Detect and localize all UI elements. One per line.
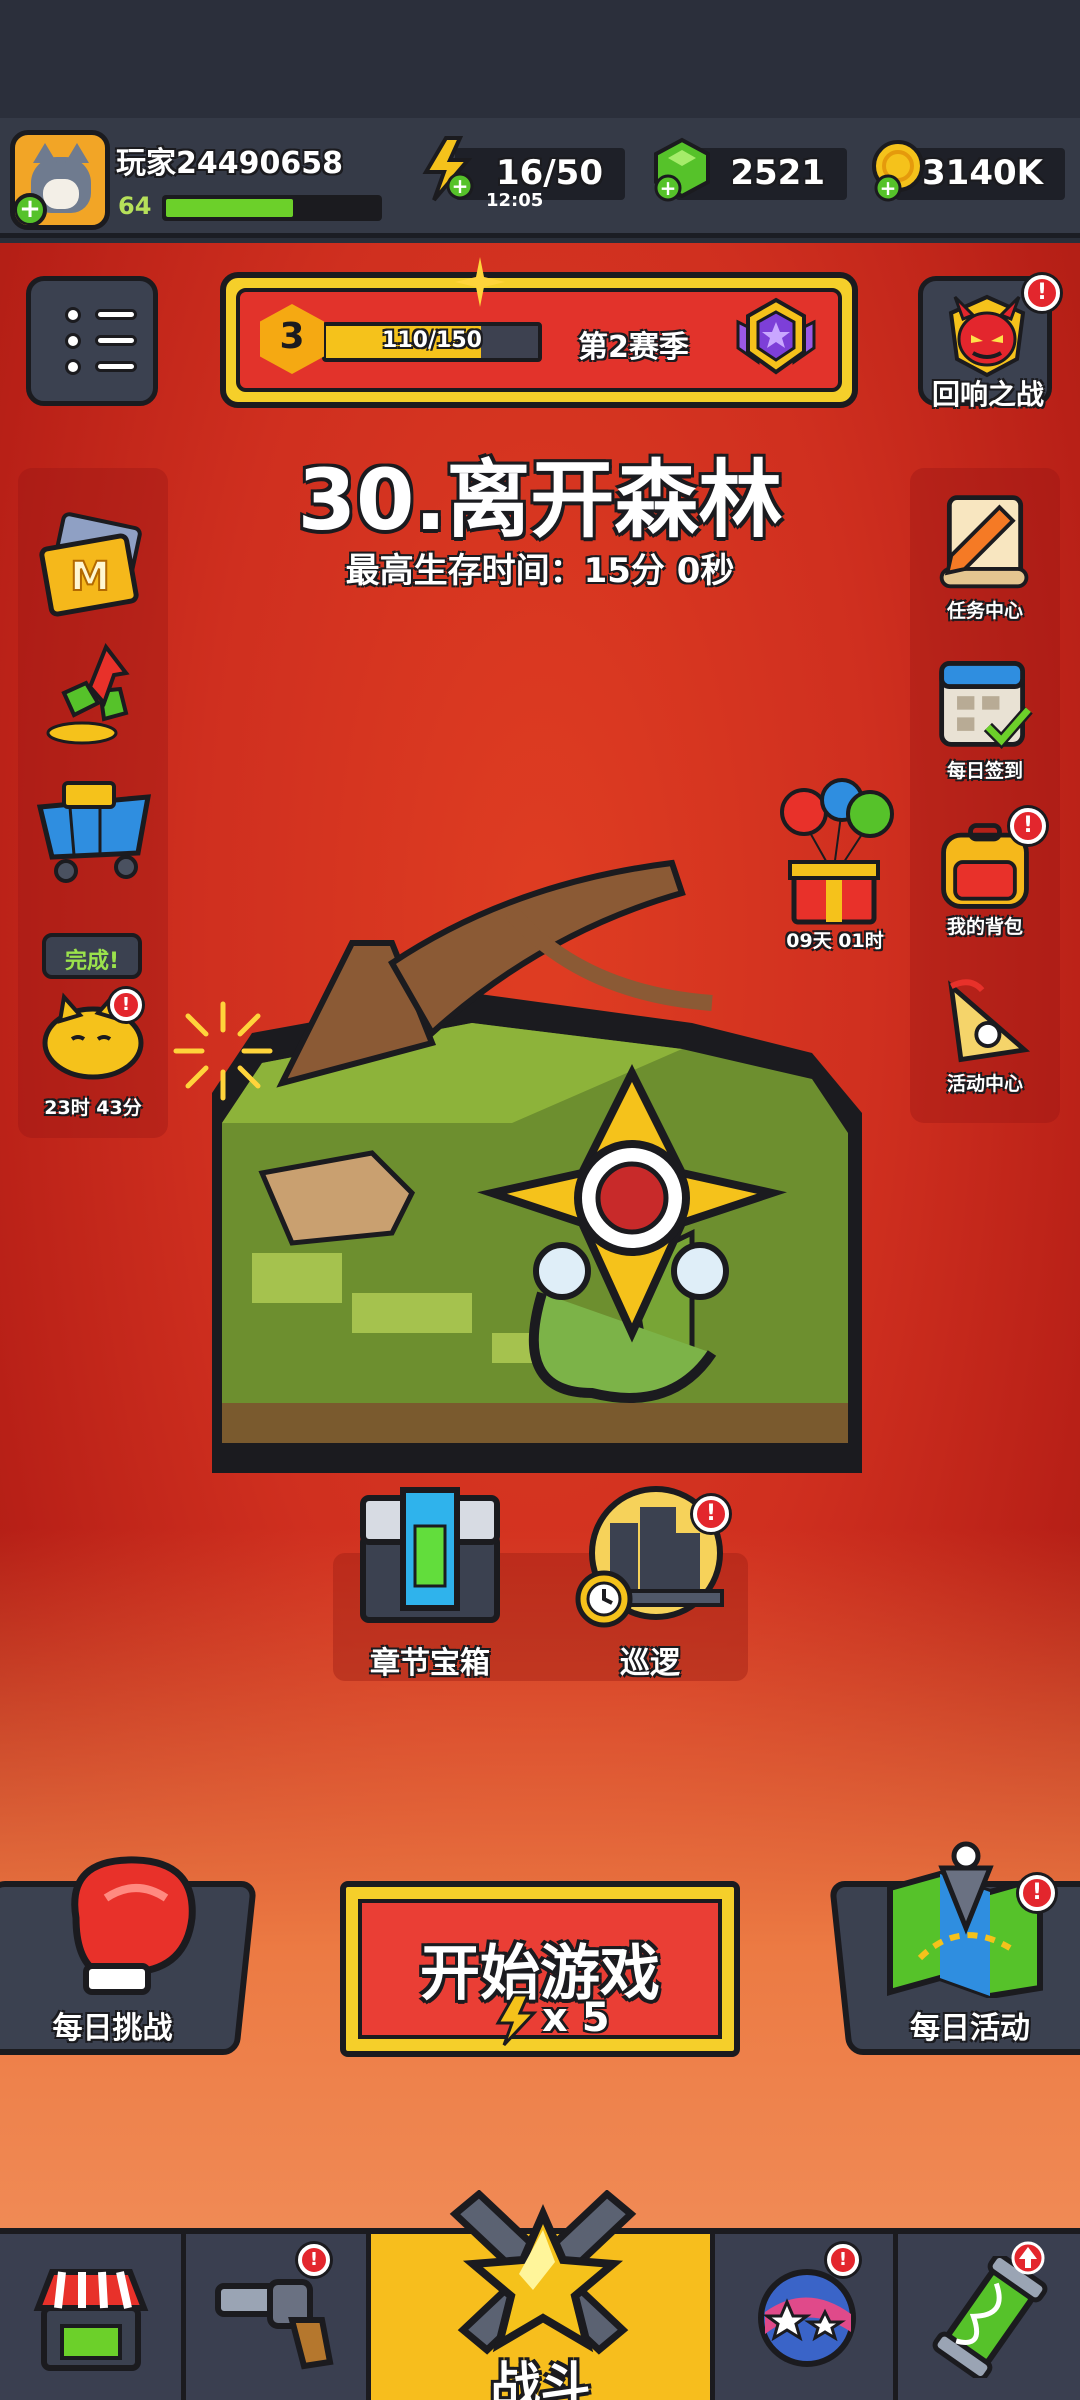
shop-storefront-icon xyxy=(33,2269,149,2371)
daily-challenge-label: 每日挑战 xyxy=(52,2011,173,2046)
svg-text:M: M xyxy=(70,554,110,600)
tab-equipment[interactable]: ! xyxy=(186,2234,371,2400)
daily-checkin-button[interactable]: 每日签到 xyxy=(910,648,1060,808)
energy-lightning-icon[interactable]: + xyxy=(416,136,484,204)
energy-cost-icon xyxy=(495,1993,538,2047)
completion-bubble: 完成! xyxy=(42,933,142,979)
tab-shop[interactable] xyxy=(0,2234,186,2400)
patrol-alert-badge: ! xyxy=(693,1496,729,1532)
season-progress-text: 110/150 xyxy=(382,328,482,353)
upgrade-arrow-icon xyxy=(1011,2241,1045,2275)
energy-value: 16/50 xyxy=(495,153,603,193)
player-level: 64 xyxy=(118,192,152,220)
growth-fund-button[interactable] xyxy=(34,633,154,753)
crossed-swords-star-icon xyxy=(449,2190,637,2355)
daily-event-label: 每日活动 xyxy=(910,2011,1030,2046)
firework-sparkle-icon xyxy=(173,1001,273,1101)
chapter-chest-icon xyxy=(360,1487,500,1623)
svg-text:+: + xyxy=(452,174,469,198)
event-center-label: 活动中心 xyxy=(946,1073,1023,1095)
xp-bar-fill xyxy=(166,199,294,217)
xp-bar xyxy=(162,195,382,221)
daily-event-alert-badge: ! xyxy=(1019,1875,1055,1911)
gold-value: 3140K xyxy=(922,153,1043,193)
start-game-label: 开始游戏 xyxy=(420,1939,660,2009)
map-pin-icon xyxy=(887,1841,1043,1998)
top-resource-bar: + 玩家24490658 64 16/50 + 12:05 2521 + 314… xyxy=(0,118,1080,238)
tab-evolution[interactable] xyxy=(898,2234,1080,2400)
svg-text:+: + xyxy=(660,176,677,200)
gem-icon[interactable]: + xyxy=(648,136,716,204)
scroll-pencil-icon xyxy=(939,495,1029,589)
chapter-chest-label: 章节宝箱 xyxy=(370,1646,490,1681)
cat-timer: 23时 43分 xyxy=(44,1097,142,1119)
pass-card-button[interactable]: M xyxy=(34,508,154,628)
gem-value: 2521 xyxy=(730,153,825,193)
boxing-glove-icon xyxy=(71,1856,196,1995)
shop-cart-button[interactable] xyxy=(30,763,158,891)
chapter-chest-button[interactable] xyxy=(355,1486,505,1626)
season-level: 3 xyxy=(279,316,305,357)
echo-battle-label: 回响之战 xyxy=(931,378,1044,411)
bottom-navigation: ! 战斗 ! xyxy=(0,2190,1080,2400)
daily-checkin-label: 每日签到 xyxy=(946,760,1023,782)
cat-alert-badge: ! xyxy=(110,989,142,1021)
gold-coin-icon[interactable]: + xyxy=(866,136,934,204)
echo-battle-alert-badge: ! xyxy=(1024,275,1060,311)
tab-battle-label: 战斗 xyxy=(490,2357,591,2400)
cat-status-text: 完成! xyxy=(64,949,120,974)
calendar-check-icon xyxy=(939,661,1033,749)
player-avatar[interactable]: + xyxy=(10,130,110,230)
tab-battle[interactable]: 战斗 xyxy=(371,2190,715,2400)
main-lobby: 110/150 3 第2赛季 ! 回响之战 30.离开森林 最高生存时间：15分… xyxy=(0,243,1080,2228)
start-game-cost: x 5 xyxy=(542,1995,610,2041)
sparkle-icon xyxy=(455,257,505,307)
growth-arrow-gems-icon xyxy=(46,642,130,745)
backpack-label: 我的背包 xyxy=(946,916,1023,938)
m-pass-card-icon: M xyxy=(39,512,142,617)
add-icon: + xyxy=(15,193,47,225)
event-center-button[interactable]: 活动中心 xyxy=(910,963,1060,1123)
energy-timer: 12:05 xyxy=(486,190,544,211)
patrol-label: 巡逻 xyxy=(620,1646,680,1681)
talents-alert-badge: ! xyxy=(827,2244,859,2276)
menu-button[interactable] xyxy=(26,276,158,406)
idle-cat-reward-button[interactable]: 完成! ! 23时 43分 xyxy=(18,933,168,1133)
player-name: 玩家24490658 xyxy=(116,146,343,181)
demon-face-icon xyxy=(948,294,1026,378)
backpack-button[interactable]: ! 我的背包 xyxy=(910,808,1060,968)
star-orb-icon xyxy=(758,2269,856,2367)
start-game-button[interactable]: 开始游戏 x 5 xyxy=(340,1881,740,2057)
party-horn-icon xyxy=(948,979,1031,1063)
task-center-button[interactable]: 任务中心 xyxy=(910,488,1060,643)
backpack-alert-badge: ! xyxy=(1010,808,1046,844)
equipment-alert-badge: ! xyxy=(298,2244,330,2276)
tab-talents[interactable]: ! xyxy=(715,2234,898,2400)
task-center-label: 任务中心 xyxy=(946,600,1023,622)
season-label: 第2赛季 xyxy=(578,330,689,365)
revolver-icon xyxy=(215,2279,334,2370)
status-bar-area xyxy=(0,0,1080,118)
season-pass-panel[interactable]: 110/150 3 第2赛季 xyxy=(220,272,858,408)
season-rank-badge-icon xyxy=(736,297,816,375)
svg-text:+: + xyxy=(880,176,897,200)
chapter-stage-artwork[interactable] xyxy=(212,793,874,1483)
shopping-cart-icon xyxy=(36,781,152,883)
